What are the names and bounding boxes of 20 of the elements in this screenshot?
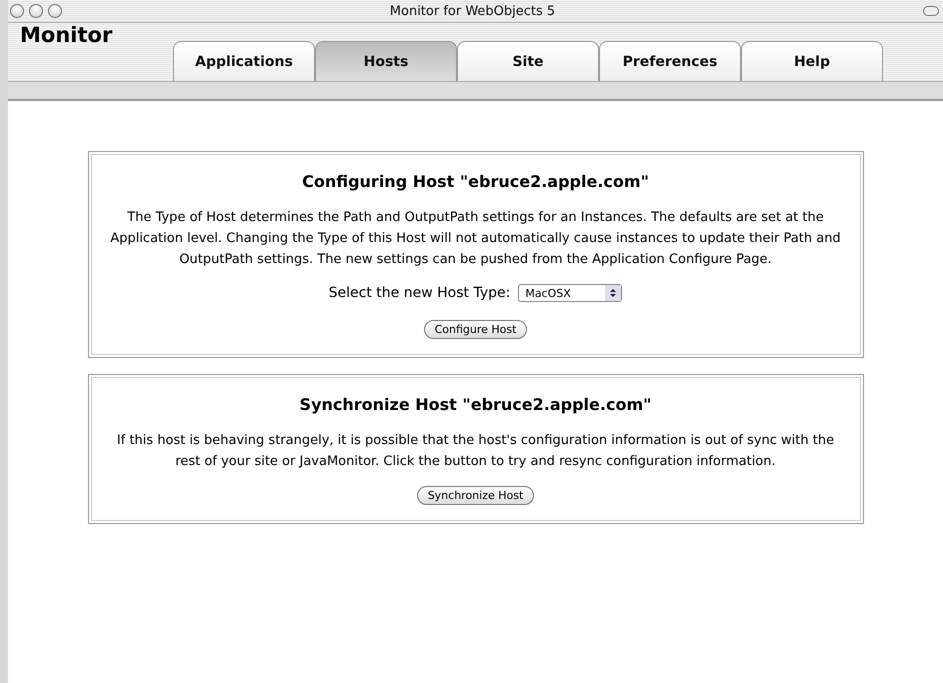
tab[interactable]: Site xyxy=(457,41,599,81)
host-type-select[interactable]: MacOSX xyxy=(518,284,622,302)
select-label: Select the new Host Type: xyxy=(328,285,510,301)
panel-text: The Type of Host determines the Path and OutputPath settings for an Instances. The defaults are set at the Application level. Changing the Type of this Host will not automatically cause instances to update their Path and OutputPath settings. The new settings can be pushed from the Application Configure Page. xyxy=(109,209,842,269)
window-button[interactable] xyxy=(10,4,24,18)
window-button[interactable] xyxy=(29,4,43,18)
up-down-arrows-icon xyxy=(605,285,622,301)
tab[interactable]: Applications xyxy=(173,41,315,81)
panel-heading: Synchronize Host "ebruce2.apple.com" xyxy=(300,395,652,414)
panel-text: If this host is behaving strangely, it is possible that the host's configuration information is out of sync with the rest of your site or JavaMonitor. Click the button to try and resync configuration information. xyxy=(116,432,836,471)
panel-heading: Configuring Host "ebruce2.apple.com" xyxy=(302,172,649,191)
synchronize-button[interactable]: Synchronize Host xyxy=(416,486,534,505)
oval-window-button[interactable] xyxy=(923,6,939,16)
tab[interactable]: Preferences xyxy=(599,41,741,81)
tab[interactable]: Help xyxy=(741,41,883,81)
window-title: Monitor for WebObjects 5 xyxy=(388,4,556,18)
window-button[interactable] xyxy=(48,4,62,18)
configure-button[interactable]: Configure Host xyxy=(424,320,528,339)
tab[interactable]: Hosts xyxy=(315,41,457,81)
app-title: Monitor xyxy=(19,23,114,47)
